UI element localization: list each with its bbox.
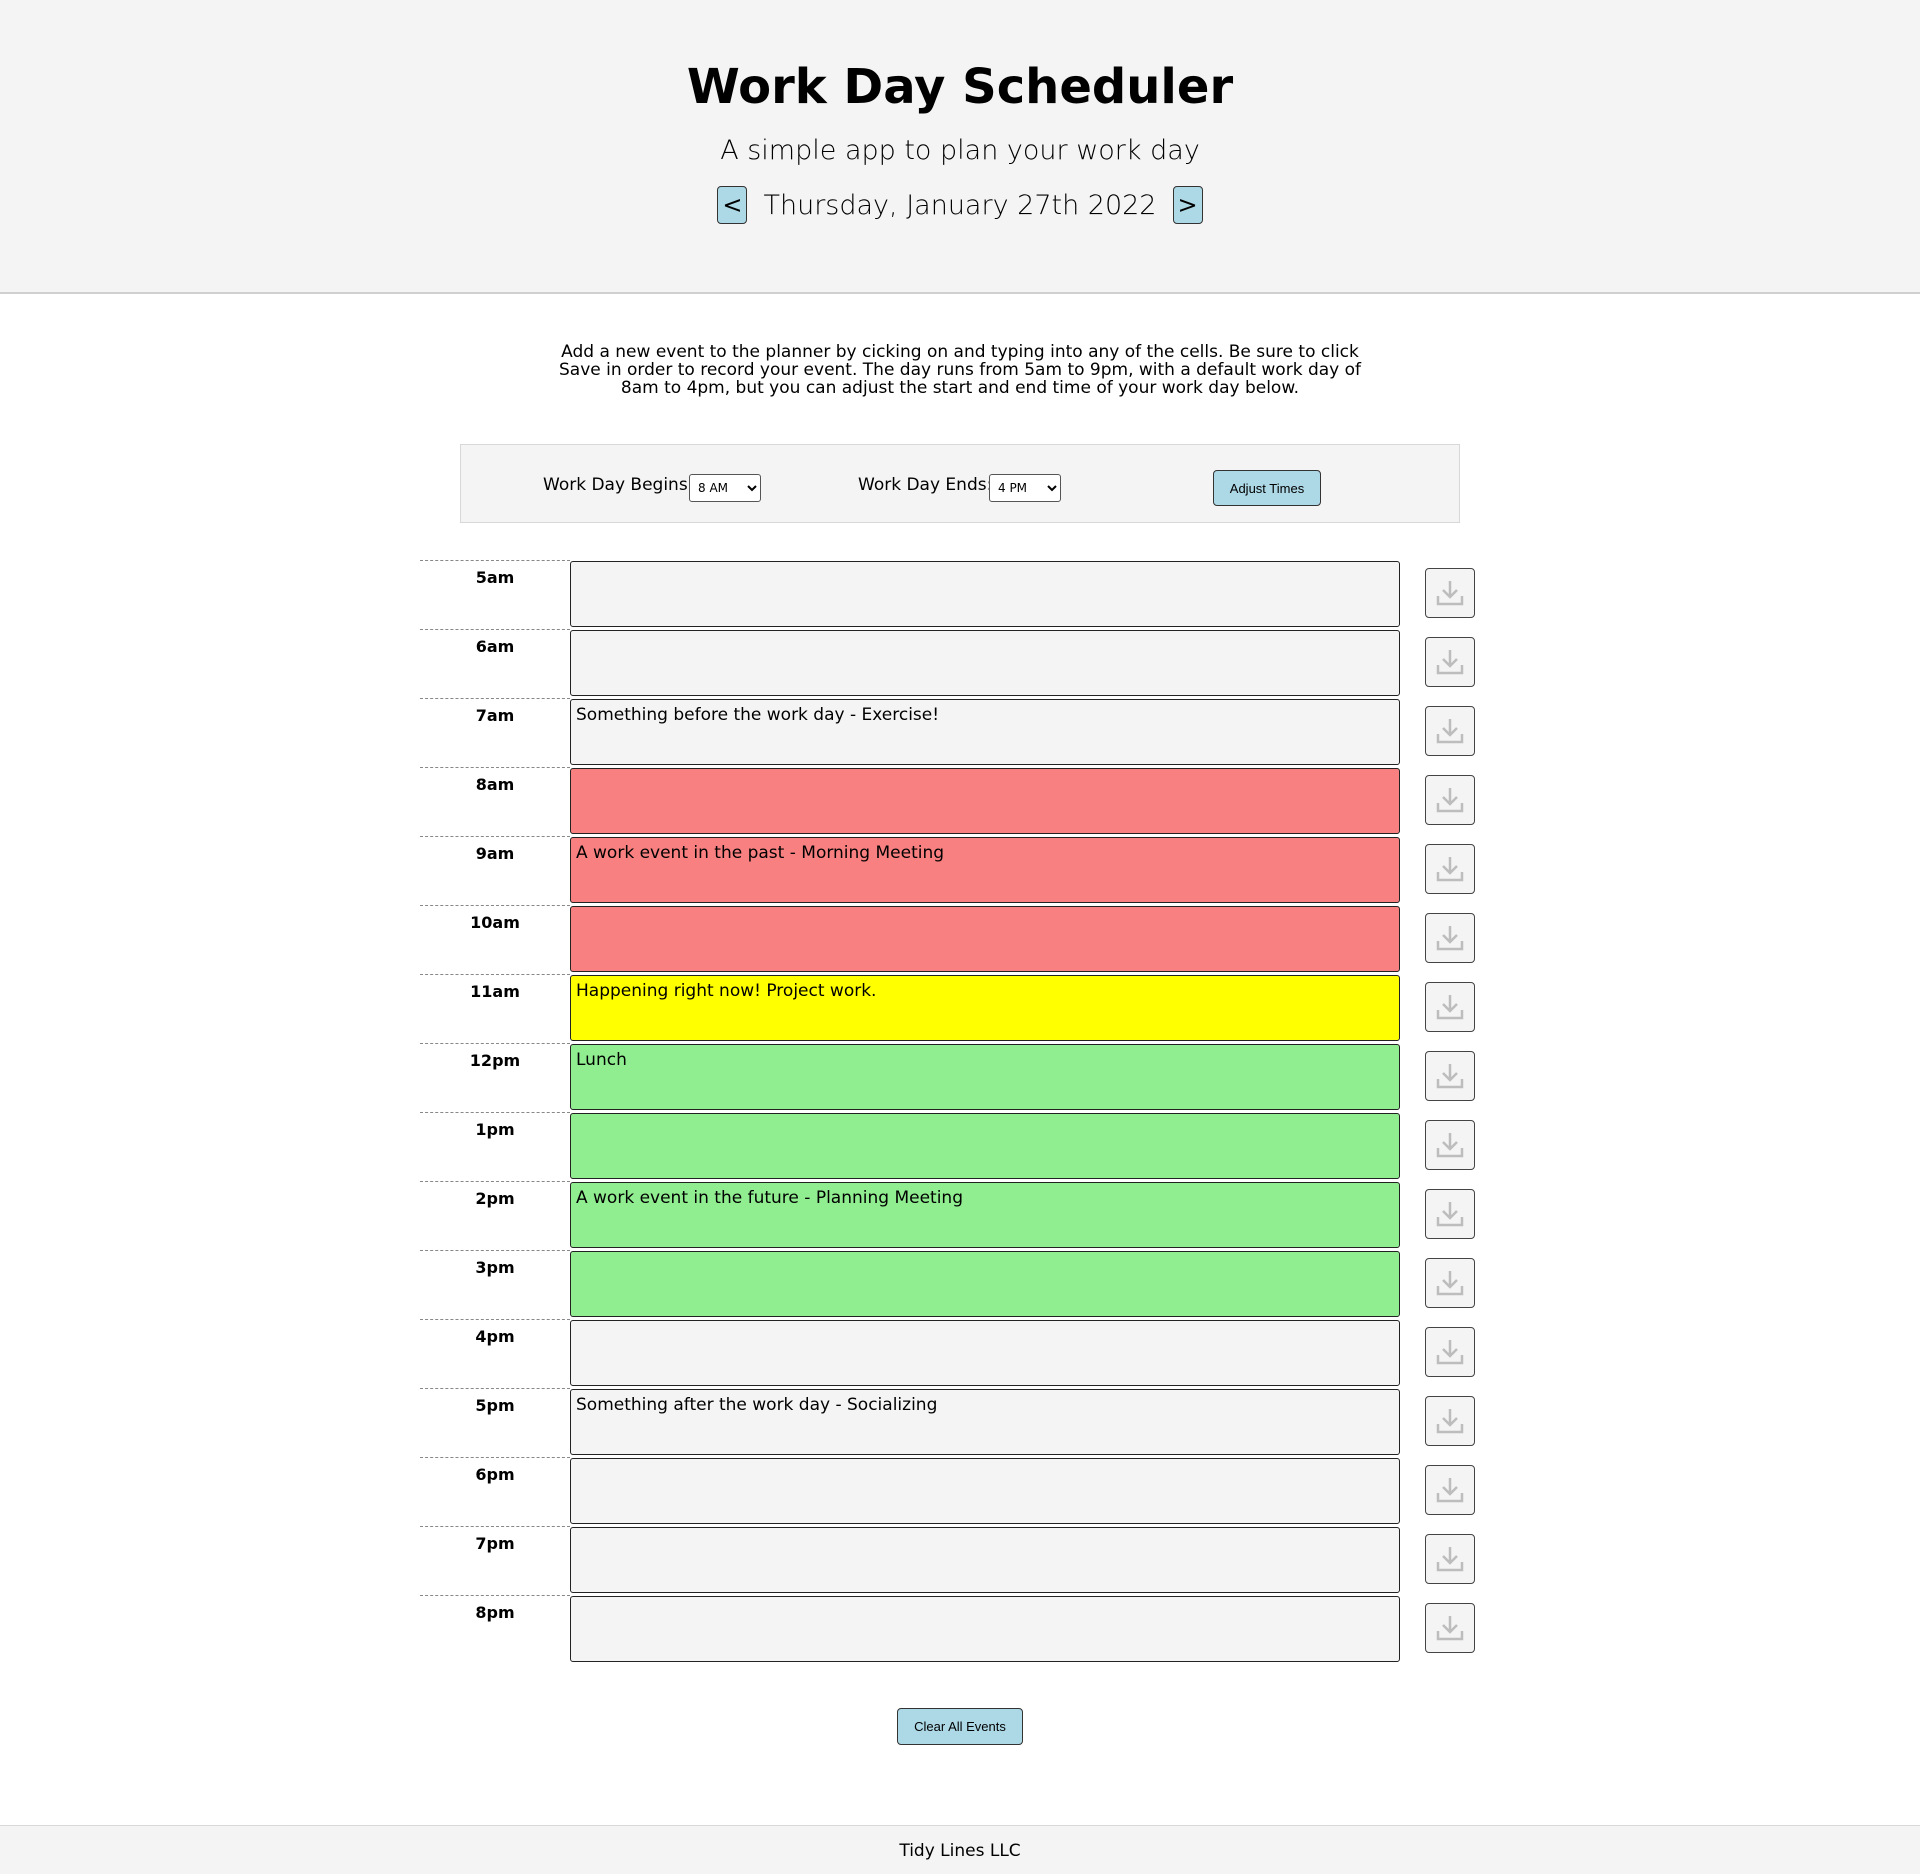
time-block-row: 8pm [420, 1595, 1480, 1664]
event-input[interactable] [570, 561, 1400, 627]
download-icon [1436, 1616, 1464, 1641]
work-day-ends-label: Work Day Ends: [858, 475, 993, 495]
event-input[interactable]: Something after the work day - Socializi… [570, 1389, 1400, 1455]
time-block-row: 11am Happening right now! Project work. [420, 974, 1480, 1043]
hour-label: 5pm [420, 1388, 570, 1457]
download-icon [1436, 1478, 1464, 1503]
download-icon [1436, 1547, 1464, 1572]
download-icon [1436, 1202, 1464, 1227]
save-button[interactable] [1425, 775, 1475, 825]
download-icon [1436, 926, 1464, 951]
save-button[interactable] [1425, 844, 1475, 894]
save-button[interactable] [1425, 1258, 1475, 1308]
page-footer: Tidy Lines LLC [0, 1825, 1920, 1874]
event-input[interactable]: A work event in the past - Morning Meeti… [570, 837, 1400, 903]
time-block-row: 5am [420, 560, 1480, 629]
event-input[interactable] [570, 1527, 1400, 1593]
download-icon [1436, 857, 1464, 882]
event-input[interactable]: Something before the work day - Exercise… [570, 699, 1400, 765]
event-input[interactable] [570, 1320, 1400, 1386]
event-input[interactable] [570, 906, 1400, 972]
save-button[interactable] [1425, 1465, 1475, 1515]
download-icon [1436, 719, 1464, 744]
hour-label: 12pm [420, 1043, 570, 1112]
download-icon [1436, 1133, 1464, 1158]
hour-label: 8pm [420, 1595, 570, 1664]
download-icon [1436, 1064, 1464, 1089]
time-block-row: 10am [420, 905, 1480, 974]
hour-label: 4pm [420, 1319, 570, 1388]
event-input[interactable] [570, 630, 1400, 696]
time-block-row: 12pm Lunch [420, 1043, 1480, 1112]
hour-label: 2pm [420, 1181, 570, 1250]
previous-day-button[interactable]: < [717, 186, 748, 224]
time-block-row: 4pm [420, 1319, 1480, 1388]
current-date: Thursday, January 27th 2022 [763, 189, 1157, 221]
time-block-row: 1pm [420, 1112, 1480, 1181]
save-button[interactable] [1425, 1189, 1475, 1239]
save-button[interactable] [1425, 1603, 1475, 1653]
download-icon [1436, 650, 1464, 675]
event-input[interactable] [570, 1251, 1400, 1317]
event-input[interactable]: Lunch [570, 1044, 1400, 1110]
hour-label: 6am [420, 629, 570, 698]
page-title: Work Day Scheduler [686, 59, 1234, 115]
save-button[interactable] [1425, 1051, 1475, 1101]
save-button[interactable] [1425, 1396, 1475, 1446]
page-subtitle: A simple app to plan your work day [720, 135, 1200, 166]
hour-label: 1pm [420, 1112, 570, 1181]
time-block-row: 9am A work event in the past - Morning Me… [420, 836, 1480, 905]
hour-label: 6pm [420, 1457, 570, 1526]
save-button[interactable] [1425, 1534, 1475, 1584]
hour-label: 3pm [420, 1250, 570, 1319]
download-icon [1436, 788, 1464, 813]
save-button[interactable] [1425, 913, 1475, 963]
time-block-row: 7am Something before the work day - Exerc… [420, 698, 1480, 767]
instructions-text: Add a new event to the planner by cickin… [558, 342, 1361, 398]
hour-label: 7am [420, 698, 570, 767]
hour-label: 10am [420, 905, 570, 974]
download-icon [1436, 581, 1464, 606]
save-button[interactable] [1425, 706, 1475, 756]
time-block-row: 2pm A work event in the future - Planning… [420, 1181, 1480, 1250]
time-block-row: 5pm Something after the work day - Social… [420, 1388, 1480, 1457]
time-block-row: 7pm [420, 1526, 1480, 1595]
page-header: Work Day Scheduler A simple app to plan … [0, 0, 1920, 294]
clear-all-events-button[interactable]: Clear All Events [897, 1708, 1023, 1745]
footer-text: Tidy Lines LLC [899, 1841, 1021, 1861]
time-block-row: 8am [420, 767, 1480, 836]
work-day-ends-select[interactable]: 4 PM [989, 474, 1061, 502]
save-button[interactable] [1425, 982, 1475, 1032]
download-icon [1436, 1271, 1464, 1296]
time-block-row: 6am [420, 629, 1480, 698]
event-input[interactable] [570, 768, 1400, 834]
event-input[interactable] [570, 1113, 1400, 1179]
time-block-row: 3pm [420, 1250, 1480, 1319]
time-block-list: 5am 6am 7am Something before the work day -… [420, 560, 1480, 1664]
date-navigation: < Thursday, January 27th 2022 > [0, 186, 1920, 224]
event-input[interactable] [570, 1596, 1400, 1662]
save-button[interactable] [1425, 568, 1475, 618]
adjust-times-button[interactable]: Adjust Times [1213, 470, 1321, 506]
time-block-row: 6pm [420, 1457, 1480, 1526]
event-input[interactable]: A work event in the future - Planning Me… [570, 1182, 1400, 1248]
work-day-controls: Work Day Begins: 8 AM Work Day Ends: 4 P… [460, 444, 1460, 523]
hour-label: 11am [420, 974, 570, 1043]
next-day-button[interactable]: > [1172, 186, 1203, 224]
hour-label: 8am [420, 767, 570, 836]
work-day-begins-label: Work Day Begins: [543, 475, 694, 495]
hour-label: 9am [420, 836, 570, 905]
save-button[interactable] [1425, 1327, 1475, 1377]
hour-label: 5am [420, 560, 570, 629]
event-input[interactable]: Happening right now! Project work. [570, 975, 1400, 1041]
save-button[interactable] [1425, 637, 1475, 687]
download-icon [1436, 995, 1464, 1020]
download-icon [1436, 1340, 1464, 1365]
hour-label: 7pm [420, 1526, 570, 1595]
download-icon [1436, 1409, 1464, 1434]
save-button[interactable] [1425, 1120, 1475, 1170]
event-input[interactable] [570, 1458, 1400, 1524]
work-day-begins-select[interactable]: 8 AM [689, 474, 761, 502]
